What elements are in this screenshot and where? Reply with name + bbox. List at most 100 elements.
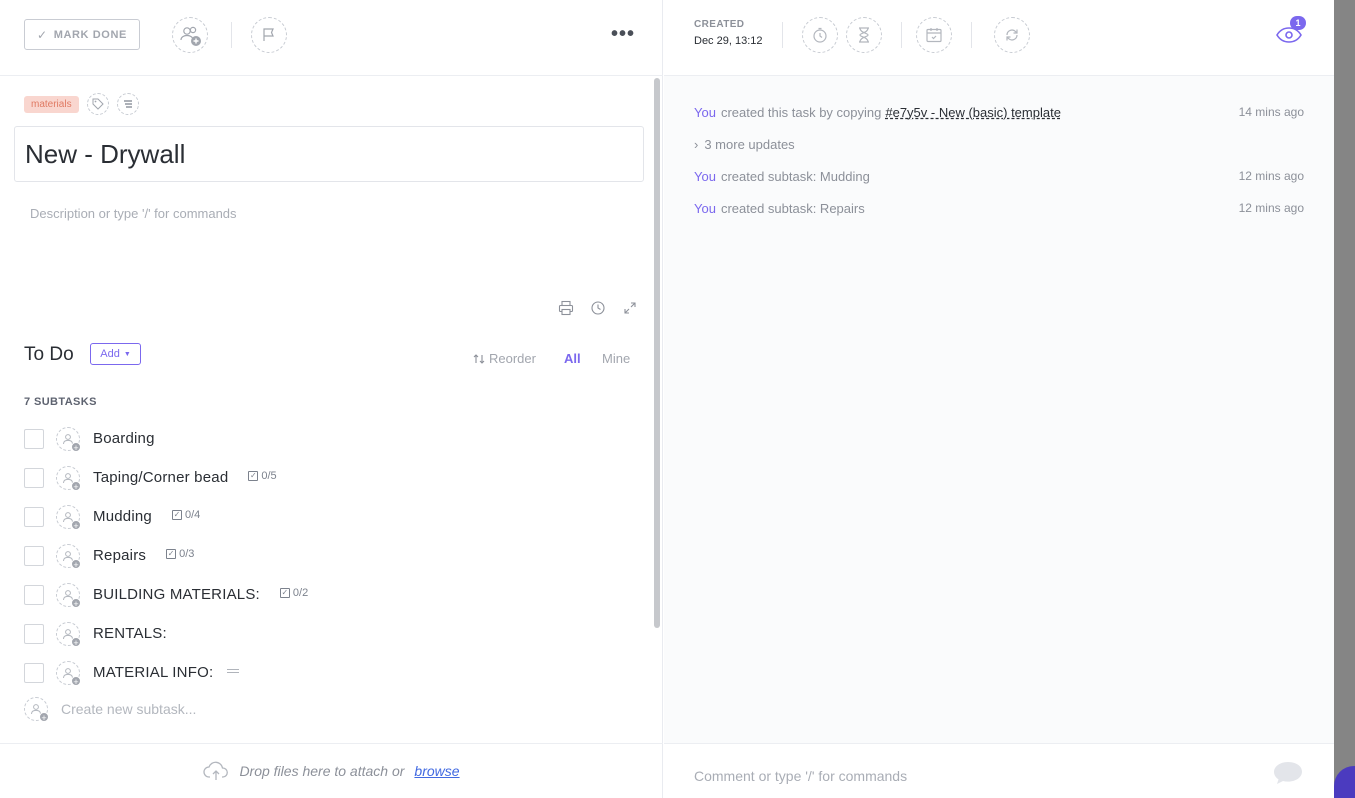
subtask-checkbox[interactable] <box>24 467 44 488</box>
activity-item: You created this task by copying #e7y5v … <box>694 96 1304 128</box>
activity-actor[interactable]: You <box>694 169 716 184</box>
more-options-icon[interactable]: ••• <box>610 23 636 45</box>
assignees-button[interactable] <box>172 17 208 53</box>
activity-actor[interactable]: You <box>694 105 716 120</box>
subtask-row[interactable]: + Mudding ✓ 0/4 <box>24 497 634 536</box>
more-updates-toggle[interactable]: › 3 more updates <box>694 128 1304 160</box>
subtask-row[interactable]: + Taping/Corner bead ✓ 0/5 <box>24 458 634 497</box>
task-toolbar: ✓ MARK DONE ••• <box>0 0 663 76</box>
due-date-button[interactable] <box>916 17 952 53</box>
subtask-assignee-button[interactable]: + <box>56 660 81 687</box>
meta-divider <box>971 22 972 48</box>
subtask-name[interactable]: MATERIAL INFO: <box>93 664 213 681</box>
checklist-count: ✓ 0/4 <box>171 509 200 521</box>
activity-feed: You created this task by copying #e7y5v … <box>694 96 1304 224</box>
activity-text: created this task by copying <box>720 104 882 120</box>
subtask-row[interactable]: + MATERIAL INFO: <box>24 653 634 692</box>
caret-down-icon: ▼ <box>123 350 131 358</box>
dependency-button[interactable] <box>116 93 139 115</box>
comment-input[interactable]: Comment or type '/' for commands <box>694 768 907 784</box>
filter-mine-tab[interactable]: Mine <box>602 351 630 366</box>
tag-icon <box>92 98 104 110</box>
subtask-assignee-button[interactable]: + <box>56 504 81 531</box>
mark-done-label: MARK DONE <box>53 28 127 41</box>
tag-materials[interactable]: materials <box>24 95 79 113</box>
expand-icon[interactable] <box>620 298 640 318</box>
tag-row: materials <box>24 93 139 115</box>
subtask-checkbox[interactable] <box>24 506 44 527</box>
subtask-checkbox[interactable] <box>24 662 44 683</box>
subtask-assignee-button[interactable]: + <box>56 621 81 648</box>
clock-icon <box>813 27 827 43</box>
checklist-icon: ✓ <box>171 509 182 520</box>
chevron-right-icon: › <box>694 136 699 152</box>
subtask-assignee-button[interactable]: + <box>56 582 81 609</box>
recurring-button[interactable] <box>994 17 1030 53</box>
checklist-icon: ✓ <box>248 470 259 481</box>
mark-done-button[interactable]: ✓ MARK DONE <box>24 19 140 50</box>
subtask-name[interactable]: RENTALS: <box>93 625 167 642</box>
subtask-checkbox[interactable] <box>24 428 44 449</box>
filter-all-tab[interactable]: All <box>564 351 581 366</box>
activity-actor[interactable]: You <box>694 201 716 216</box>
meta-divider <box>901 22 902 48</box>
subtask-name[interactable]: Repairs <box>93 547 146 564</box>
task-title-input[interactable]: New - Drywall <box>14 126 644 182</box>
subtask-name[interactable]: Mudding <box>93 508 152 525</box>
checklist-icon: ✓ <box>279 587 290 598</box>
subtask-name[interactable]: BUILDING MATERIALS: <box>93 586 260 603</box>
description-input[interactable]: Description or type '/' for commands <box>30 206 237 221</box>
time-tracking-button[interactable] <box>802 17 838 53</box>
reorder-label: Reorder <box>489 351 536 366</box>
description-tools <box>556 298 640 318</box>
activity-item: You created subtask: Mudding 12 mins ago <box>694 160 1304 192</box>
subtask-row[interactable]: + BUILDING MATERIALS: ✓ 0/2 <box>24 575 634 614</box>
comment-bubble-icon[interactable] <box>1272 760 1304 791</box>
comment-box[interactable]: Comment or type '/' for commands <box>664 743 1334 798</box>
add-subtask-button[interactable]: Add ▼ <box>90 343 141 365</box>
print-icon[interactable] <box>556 298 576 318</box>
plus-icon: + <box>71 597 81 609</box>
status-title: To Do <box>24 344 74 365</box>
subtask-name[interactable]: Taping/Corner bead <box>93 469 228 486</box>
plus-icon: + <box>39 712 49 723</box>
scrollbar[interactable] <box>654 78 660 628</box>
overlay-strip <box>1334 0 1355 798</box>
activity-text: created subtask: Repairs <box>720 200 865 216</box>
new-subtask-assignee-button[interactable]: + <box>24 697 49 723</box>
activity-time: 14 mins ago <box>1238 105 1304 119</box>
subtask-row[interactable]: + Boarding <box>24 419 634 458</box>
subtask-checkbox[interactable] <box>24 584 44 605</box>
subtask-row[interactable]: + Repairs ✓ 0/3 <box>24 536 634 575</box>
subtask-assignee-button[interactable]: + <box>56 543 81 570</box>
subtask-assignee-button[interactable]: + <box>56 426 81 453</box>
subtask-checkbox[interactable] <box>24 545 44 566</box>
subtask-assignee-button[interactable]: + <box>56 465 81 492</box>
browse-link[interactable]: browse <box>414 763 459 779</box>
attachment-dropzone[interactable]: Drop files here to attach or browse <box>0 743 663 798</box>
drop-text: Drop files here to attach or <box>239 763 405 779</box>
checklist-icon: ✓ <box>166 548 177 559</box>
history-icon[interactable] <box>588 298 608 318</box>
create-subtask-row[interactable]: + Create new subtask... <box>24 697 196 723</box>
activity-time: 12 mins ago <box>1238 169 1304 183</box>
created-label: CREATED <box>694 19 745 30</box>
add-label: Add <box>100 348 120 360</box>
reorder-button[interactable]: Reorder <box>473 351 536 366</box>
toolbar-divider <box>231 22 232 48</box>
add-tag-button[interactable] <box>86 93 109 115</box>
subtask-list: + Boarding + Taping/Corner bead ✓ 0/5 + … <box>24 419 634 692</box>
subtask-row[interactable]: + RENTALS: <box>24 614 634 653</box>
priority-button[interactable] <box>251 17 287 53</box>
subtask-checkbox[interactable] <box>24 623 44 644</box>
flag-icon <box>263 28 274 41</box>
create-subtask-input[interactable]: Create new subtask... <box>61 701 196 717</box>
task-meta-bar: CREATED Dec 29, 13:12 1 <box>664 0 1334 76</box>
check-icon: ✓ <box>37 27 48 42</box>
cloud-upload-icon <box>203 761 229 780</box>
subtask-name[interactable]: Boarding <box>93 430 155 447</box>
time-estimate-button[interactable] <box>846 17 882 53</box>
subtask-count: 7 SUBTASKS <box>24 396 97 408</box>
list-icon <box>123 100 132 108</box>
activity-template-link[interactable]: #e7y5v - New (basic) template <box>885 105 1061 120</box>
